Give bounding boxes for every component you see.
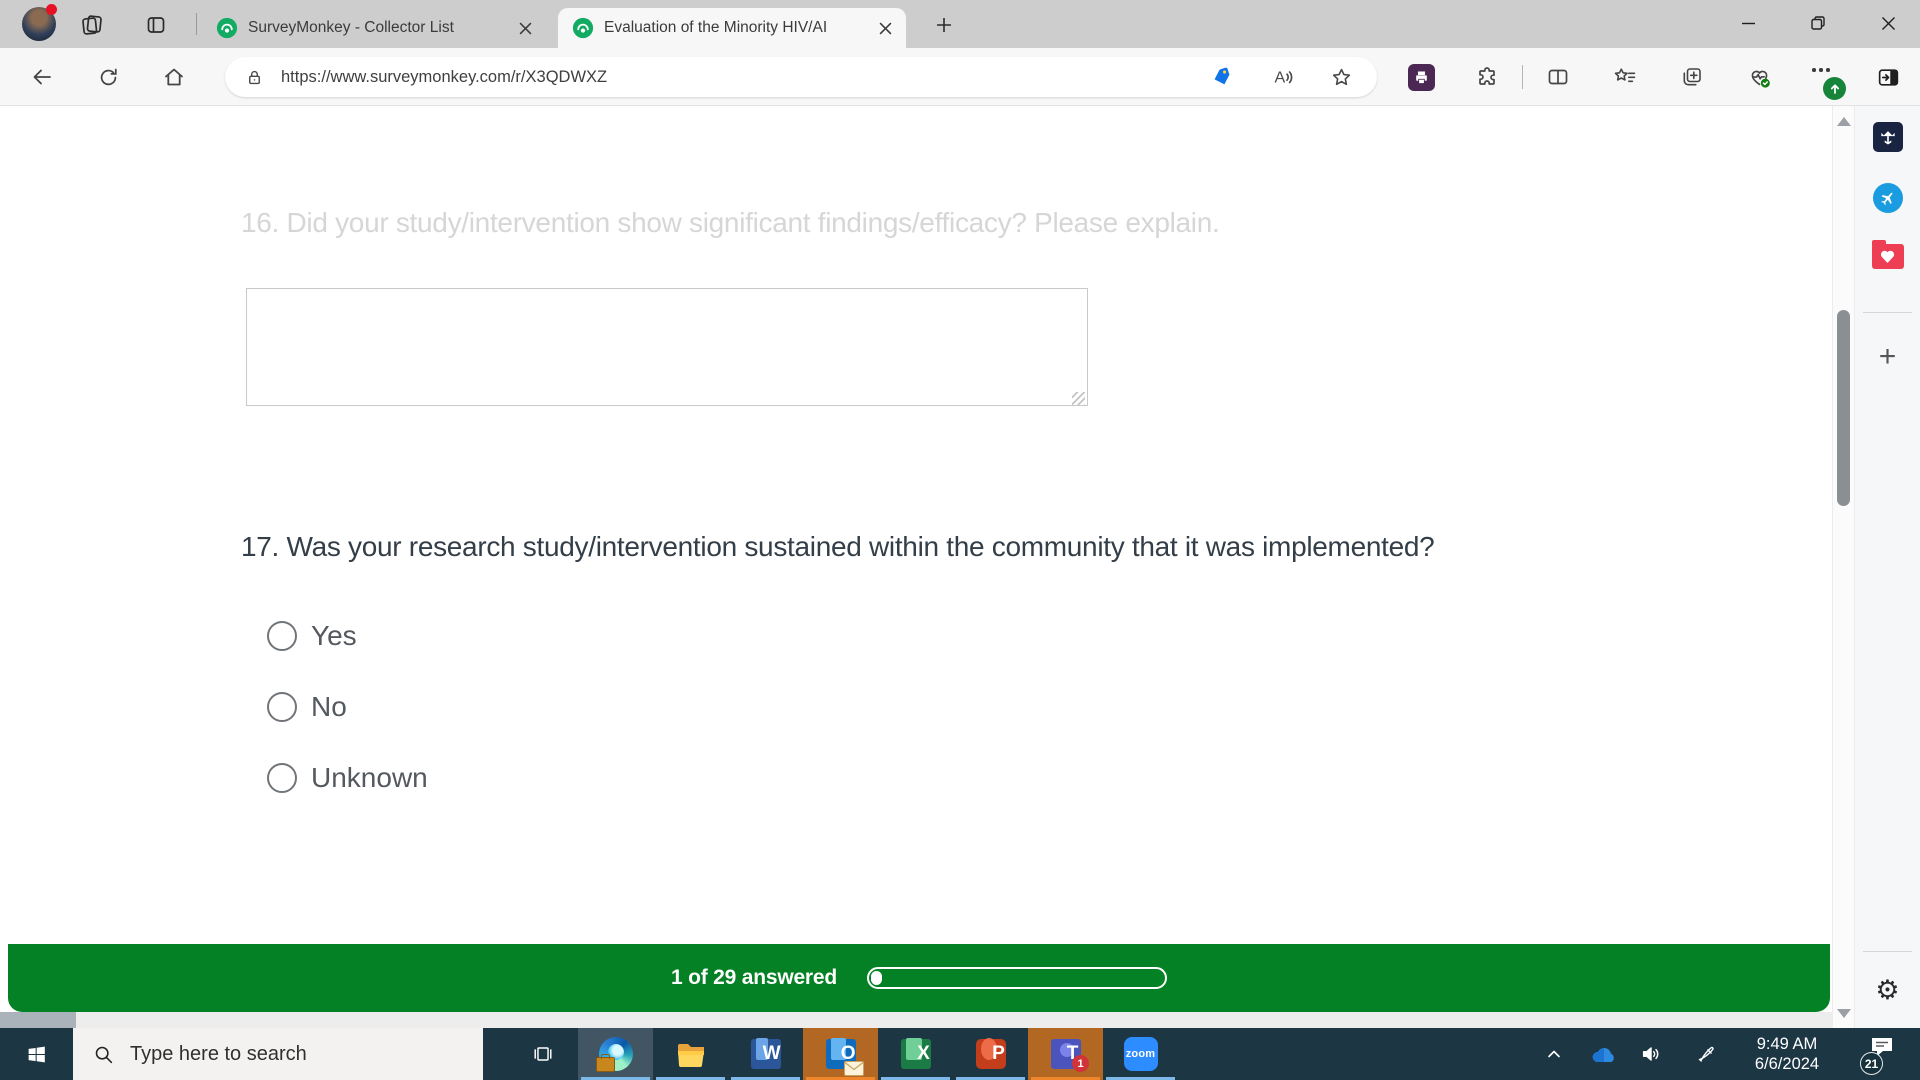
taskbar-file-explorer-icon[interactable] xyxy=(653,1028,728,1080)
sidebar-divider xyxy=(1863,951,1912,952)
progress-bar-fill xyxy=(871,971,882,985)
edge-update-badge-icon xyxy=(1823,77,1846,100)
url-text[interactable]: https://www.surveymonkey.com/r/X3QDWXZ xyxy=(281,57,607,97)
option-row-yes: Yes xyxy=(267,620,357,652)
onedrive-icon[interactable] xyxy=(1583,1028,1623,1080)
browser-toolbar: https://www.surveymonkey.com/r/X3QDWXZ A xyxy=(0,48,1920,106)
tab-surveymonkey-collector-list[interactable]: SurveyMonkey - Collector List xyxy=(202,8,546,48)
minimize-button[interactable] xyxy=(1726,0,1770,46)
teams-notification-badge: 1 xyxy=(1072,1055,1089,1072)
split-screen-icon[interactable] xyxy=(1539,58,1577,96)
vertical-scrollbar[interactable] xyxy=(1832,106,1854,1028)
volume-icon[interactable] xyxy=(1631,1028,1671,1080)
edge-sidebar-rail: + ⚙ xyxy=(1854,106,1920,1028)
workspaces-icon[interactable] xyxy=(77,10,107,40)
windows-taskbar: W O X P xyxy=(0,1028,1920,1080)
question-17-title: 17. Was your research study/intervention… xyxy=(241,531,1434,563)
work-profile-briefcase-icon xyxy=(596,1057,615,1072)
question-16-title: 16. Did your study/intervention show sig… xyxy=(241,207,1219,239)
envelope-icon xyxy=(844,1061,864,1076)
back-icon[interactable] xyxy=(23,58,61,96)
option-row-unknown: Unknown xyxy=(267,762,428,794)
read-aloud-icon[interactable]: A xyxy=(1266,57,1300,97)
airplane-icon[interactable] xyxy=(1873,183,1903,213)
close-window-button[interactable] xyxy=(1866,0,1910,46)
task-view-icon[interactable] xyxy=(519,1028,567,1080)
address-bar[interactable]: https://www.surveymonkey.com/r/X3QDWXZ A xyxy=(225,57,1377,97)
tabbar-divider xyxy=(196,13,197,35)
crown-tile-icon[interactable] xyxy=(1873,122,1903,152)
taskbar-zoom-icon[interactable]: zoom xyxy=(1103,1028,1178,1080)
taskbar-clock[interactable]: 9:49 AM 6/6/2024 xyxy=(1727,1028,1847,1080)
progress-label: 1 of 29 answered xyxy=(671,966,837,990)
profile-notification-dot xyxy=(46,4,57,15)
radio-yes[interactable] xyxy=(267,621,297,651)
restore-button[interactable] xyxy=(1796,0,1840,46)
clock-date: 6/6/2024 xyxy=(1755,1054,1819,1074)
scroll-up-icon[interactable] xyxy=(1833,108,1855,134)
radio-unknown[interactable] xyxy=(267,763,297,793)
horizontal-scrollbar-thumb[interactable] xyxy=(0,1012,76,1028)
browser-tab-bar: SurveyMonkey - Collector List Evaluation… xyxy=(0,0,1920,48)
tab-title: SurveyMonkey - Collector List xyxy=(248,19,512,37)
question-16-answer-textarea[interactable] xyxy=(246,288,1088,406)
search-icon xyxy=(93,1044,114,1065)
surveymonkey-favicon xyxy=(572,17,594,39)
hidden-icons-chevron[interactable] xyxy=(1534,1028,1574,1080)
clock-time: 9:49 AM xyxy=(1757,1034,1818,1054)
radio-no[interactable] xyxy=(267,692,297,722)
notification-count-badge: 21 xyxy=(1860,1052,1883,1075)
browser-essentials-icon[interactable] xyxy=(1740,58,1778,96)
heart-folder-icon[interactable] xyxy=(1872,244,1904,269)
collections-icon[interactable] xyxy=(1673,58,1711,96)
home-icon[interactable] xyxy=(155,58,193,96)
read-aloud-letter: A xyxy=(1275,70,1286,87)
pen-icon[interactable] xyxy=(1687,1028,1727,1080)
sidebar-settings-gear-icon[interactable]: ⚙ xyxy=(1875,977,1899,1004)
printer-extension-icon[interactable] xyxy=(1402,58,1440,96)
sidebar-toggle-icon[interactable] xyxy=(1869,58,1907,96)
tab-close-icon[interactable] xyxy=(512,15,538,41)
new-tab-icon[interactable] xyxy=(930,11,958,39)
surveymonkey-favicon xyxy=(216,17,238,39)
vertical-scrollbar-thumb[interactable] xyxy=(1837,310,1850,506)
survey-page: 16. Did your study/intervention show sig… xyxy=(0,106,1832,1028)
taskbar-outlook-icon[interactable]: O xyxy=(803,1028,878,1080)
taskbar-powerpoint-icon[interactable]: P xyxy=(953,1028,1028,1080)
settings-more-icon[interactable] xyxy=(1804,58,1842,96)
add-to-sidebar-icon[interactable]: + xyxy=(1879,342,1897,372)
scroll-down-icon[interactable] xyxy=(1833,1000,1855,1026)
desktop-screen: SurveyMonkey - Collector List Evaluation… xyxy=(0,0,1920,1080)
tab-actions-menu-icon[interactable] xyxy=(141,10,171,40)
sidebar-divider xyxy=(1863,312,1912,313)
taskbar-excel-icon[interactable]: X xyxy=(878,1028,953,1080)
progress-footer: 1 of 29 answered xyxy=(8,944,1830,1012)
favorites-list-icon[interactable] xyxy=(1606,58,1644,96)
shopping-tag-icon[interactable] xyxy=(1205,57,1239,97)
option-row-no: No xyxy=(267,691,347,723)
action-center-button[interactable]: 21 xyxy=(1852,1028,1908,1080)
option-label[interactable]: Unknown xyxy=(311,762,428,794)
refresh-icon[interactable] xyxy=(89,58,127,96)
taskbar-word-icon[interactable]: W xyxy=(728,1028,803,1080)
tab-evaluation-survey[interactable]: Evaluation of the Minority HIV/AI xyxy=(558,8,906,48)
progress-bar-track xyxy=(867,967,1167,989)
tab-title: Evaluation of the Minority HIV/AI xyxy=(604,19,872,37)
taskbar-edge-icon[interactable] xyxy=(578,1028,653,1080)
taskbar-search[interactable] xyxy=(73,1028,483,1080)
taskbar-teams-icon[interactable]: T 1 xyxy=(1028,1028,1103,1080)
extensions-puzzle-icon[interactable] xyxy=(1468,58,1506,96)
horizontal-scrollbar-track[interactable] xyxy=(0,1012,1832,1028)
toolbar-divider xyxy=(1522,65,1523,89)
lock-icon[interactable] xyxy=(237,57,271,97)
textarea-resize-grip-icon[interactable] xyxy=(1072,392,1085,405)
search-input[interactable] xyxy=(128,1042,462,1067)
tab-close-icon[interactable] xyxy=(872,15,898,41)
favorite-star-icon[interactable] xyxy=(1324,57,1358,97)
option-label[interactable]: Yes xyxy=(311,620,357,652)
start-button[interactable] xyxy=(12,1028,60,1080)
option-label[interactable]: No xyxy=(311,691,347,723)
